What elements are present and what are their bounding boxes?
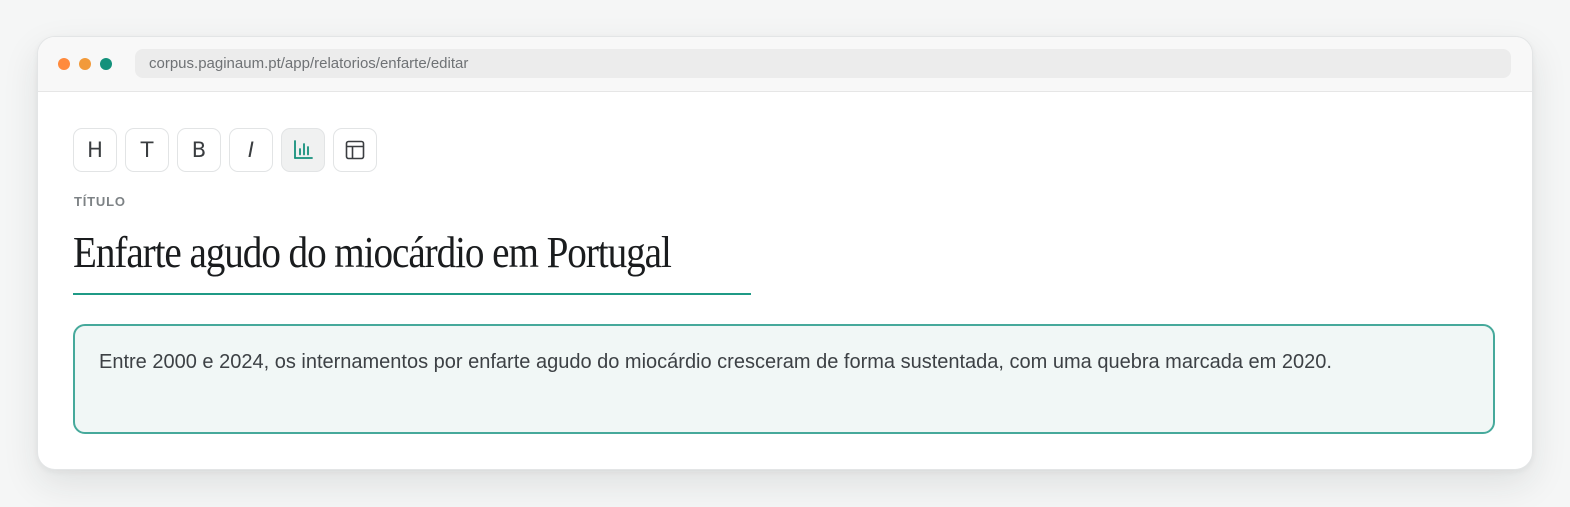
italic-icon: I xyxy=(247,138,255,162)
heading-icon: H xyxy=(87,138,103,162)
summary-text-block[interactable]: Entre 2000 e 2024, os internamentos por … xyxy=(73,324,1495,434)
browser-window: corpus.paginaum.pt/app/relatorios/enfart… xyxy=(37,36,1533,470)
heading-button[interactable]: H xyxy=(73,128,117,172)
bold-button[interactable]: B xyxy=(177,128,221,172)
title-input-value: Enfarte agudo do miocárdio em Portugal xyxy=(73,228,672,277)
text-button[interactable]: T xyxy=(125,128,169,172)
title-field-label: TÍTULO xyxy=(74,194,126,209)
window-close-button[interactable] xyxy=(58,58,70,70)
address-bar[interactable]: corpus.paginaum.pt/app/relatorios/enfart… xyxy=(135,49,1511,78)
chart-button[interactable] xyxy=(281,128,325,172)
italic-button[interactable]: I xyxy=(229,128,273,172)
bar-chart-icon xyxy=(294,140,313,159)
table-icon xyxy=(345,140,365,160)
bold-icon: B xyxy=(191,138,207,162)
browser-titlebar: corpus.paginaum.pt/app/relatorios/enfart… xyxy=(38,37,1532,92)
window-minimize-button[interactable] xyxy=(79,58,91,70)
window-maximize-button[interactable] xyxy=(100,58,112,70)
editor-toolbar: H T B I xyxy=(73,128,377,172)
text-icon: T xyxy=(140,138,154,162)
summary-text: Entre 2000 e 2024, os internamentos por … xyxy=(99,351,1332,373)
title-input[interactable]: Enfarte agudo do miocárdio em Portugal xyxy=(73,225,751,295)
table-button[interactable] xyxy=(333,128,377,172)
